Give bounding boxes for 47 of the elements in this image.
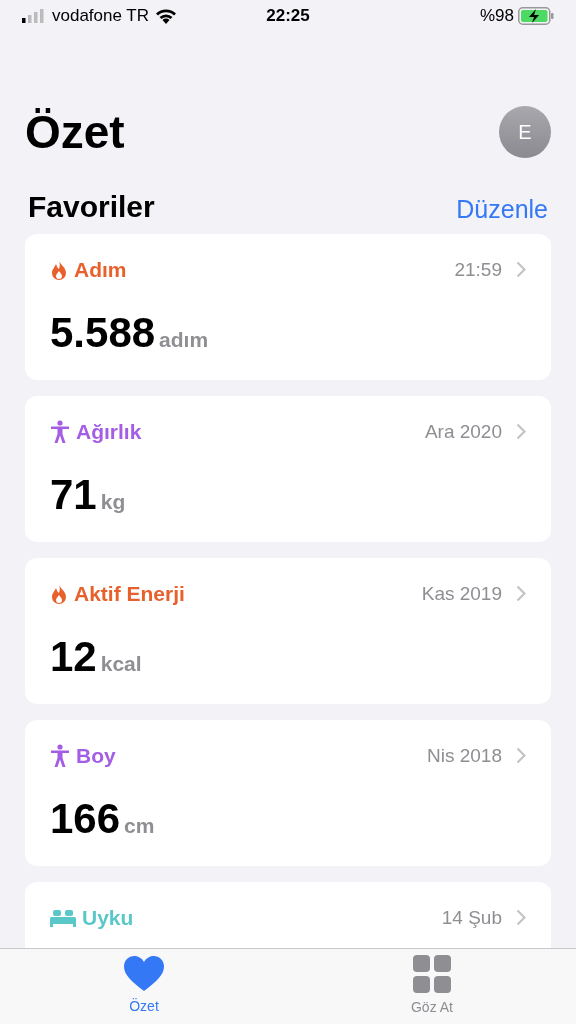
figure-icon — [50, 743, 70, 768]
chevron-icon — [516, 909, 526, 927]
chevron-icon — [516, 747, 526, 765]
clock-time: 22:25 — [266, 5, 310, 28]
summary-card[interactable]: Aktif Enerji Kas 2019 12 kcal — [25, 558, 551, 704]
page-title: Özet — [25, 109, 125, 155]
card-value: 166 — [50, 797, 121, 840]
signal-icon — [22, 9, 46, 23]
summary-card[interactable]: Boy Nis 2018 166 cm — [25, 720, 551, 866]
heart-icon — [124, 956, 164, 992]
card-title: Ağırlık — [76, 419, 142, 445]
card-title: Uyku — [82, 905, 134, 931]
card-title: Boy — [76, 743, 116, 769]
card-date: 14 Şub — [441, 905, 502, 930]
card-value: 5.588 — [50, 311, 156, 354]
wifi-icon — [155, 8, 178, 24]
card-unit: kcal — [100, 650, 142, 677]
chevron-icon — [516, 261, 526, 279]
card-value: 12 — [50, 635, 97, 678]
card-date: Nis 2018 — [427, 743, 502, 768]
summary-card[interactable]: Uyku 14 Şub — [25, 882, 551, 948]
grid-icon — [413, 955, 451, 993]
tab-item[interactable]: Göz At — [288, 949, 576, 1024]
figure-icon — [50, 419, 70, 444]
bed-icon — [50, 908, 76, 927]
chevron-icon — [516, 423, 526, 441]
summary-card[interactable]: Ağırlık Ara 2020 71 kg — [25, 396, 551, 542]
card-unit: kg — [100, 488, 126, 515]
card-unit: cm — [124, 812, 155, 839]
card-title: Adım — [74, 257, 127, 283]
tab-item[interactable]: Özet — [0, 949, 288, 1024]
card-date: Kas 2019 — [421, 581, 502, 606]
card-date: Ara 2020 — [424, 419, 502, 444]
chevron-icon — [516, 585, 526, 603]
flame-icon — [50, 582, 68, 605]
card-title: Aktif Enerji — [74, 581, 185, 607]
flame-icon — [50, 258, 68, 281]
card-date: 21:59 — [454, 257, 502, 282]
section-title: Favoriler — [28, 192, 155, 222]
battery-charging-icon — [518, 7, 554, 25]
profile-avatar[interactable]: E — [499, 106, 551, 158]
summary-card[interactable]: Adım 21:59 5.588 adım — [25, 234, 551, 380]
card-unit: adım — [159, 326, 209, 353]
edit-link[interactable]: Düzenle — [456, 197, 548, 222]
card-value: 71 — [50, 473, 97, 516]
carrier-name: vodafone TR — [52, 5, 150, 28]
battery-percent: %98 — [480, 5, 514, 28]
